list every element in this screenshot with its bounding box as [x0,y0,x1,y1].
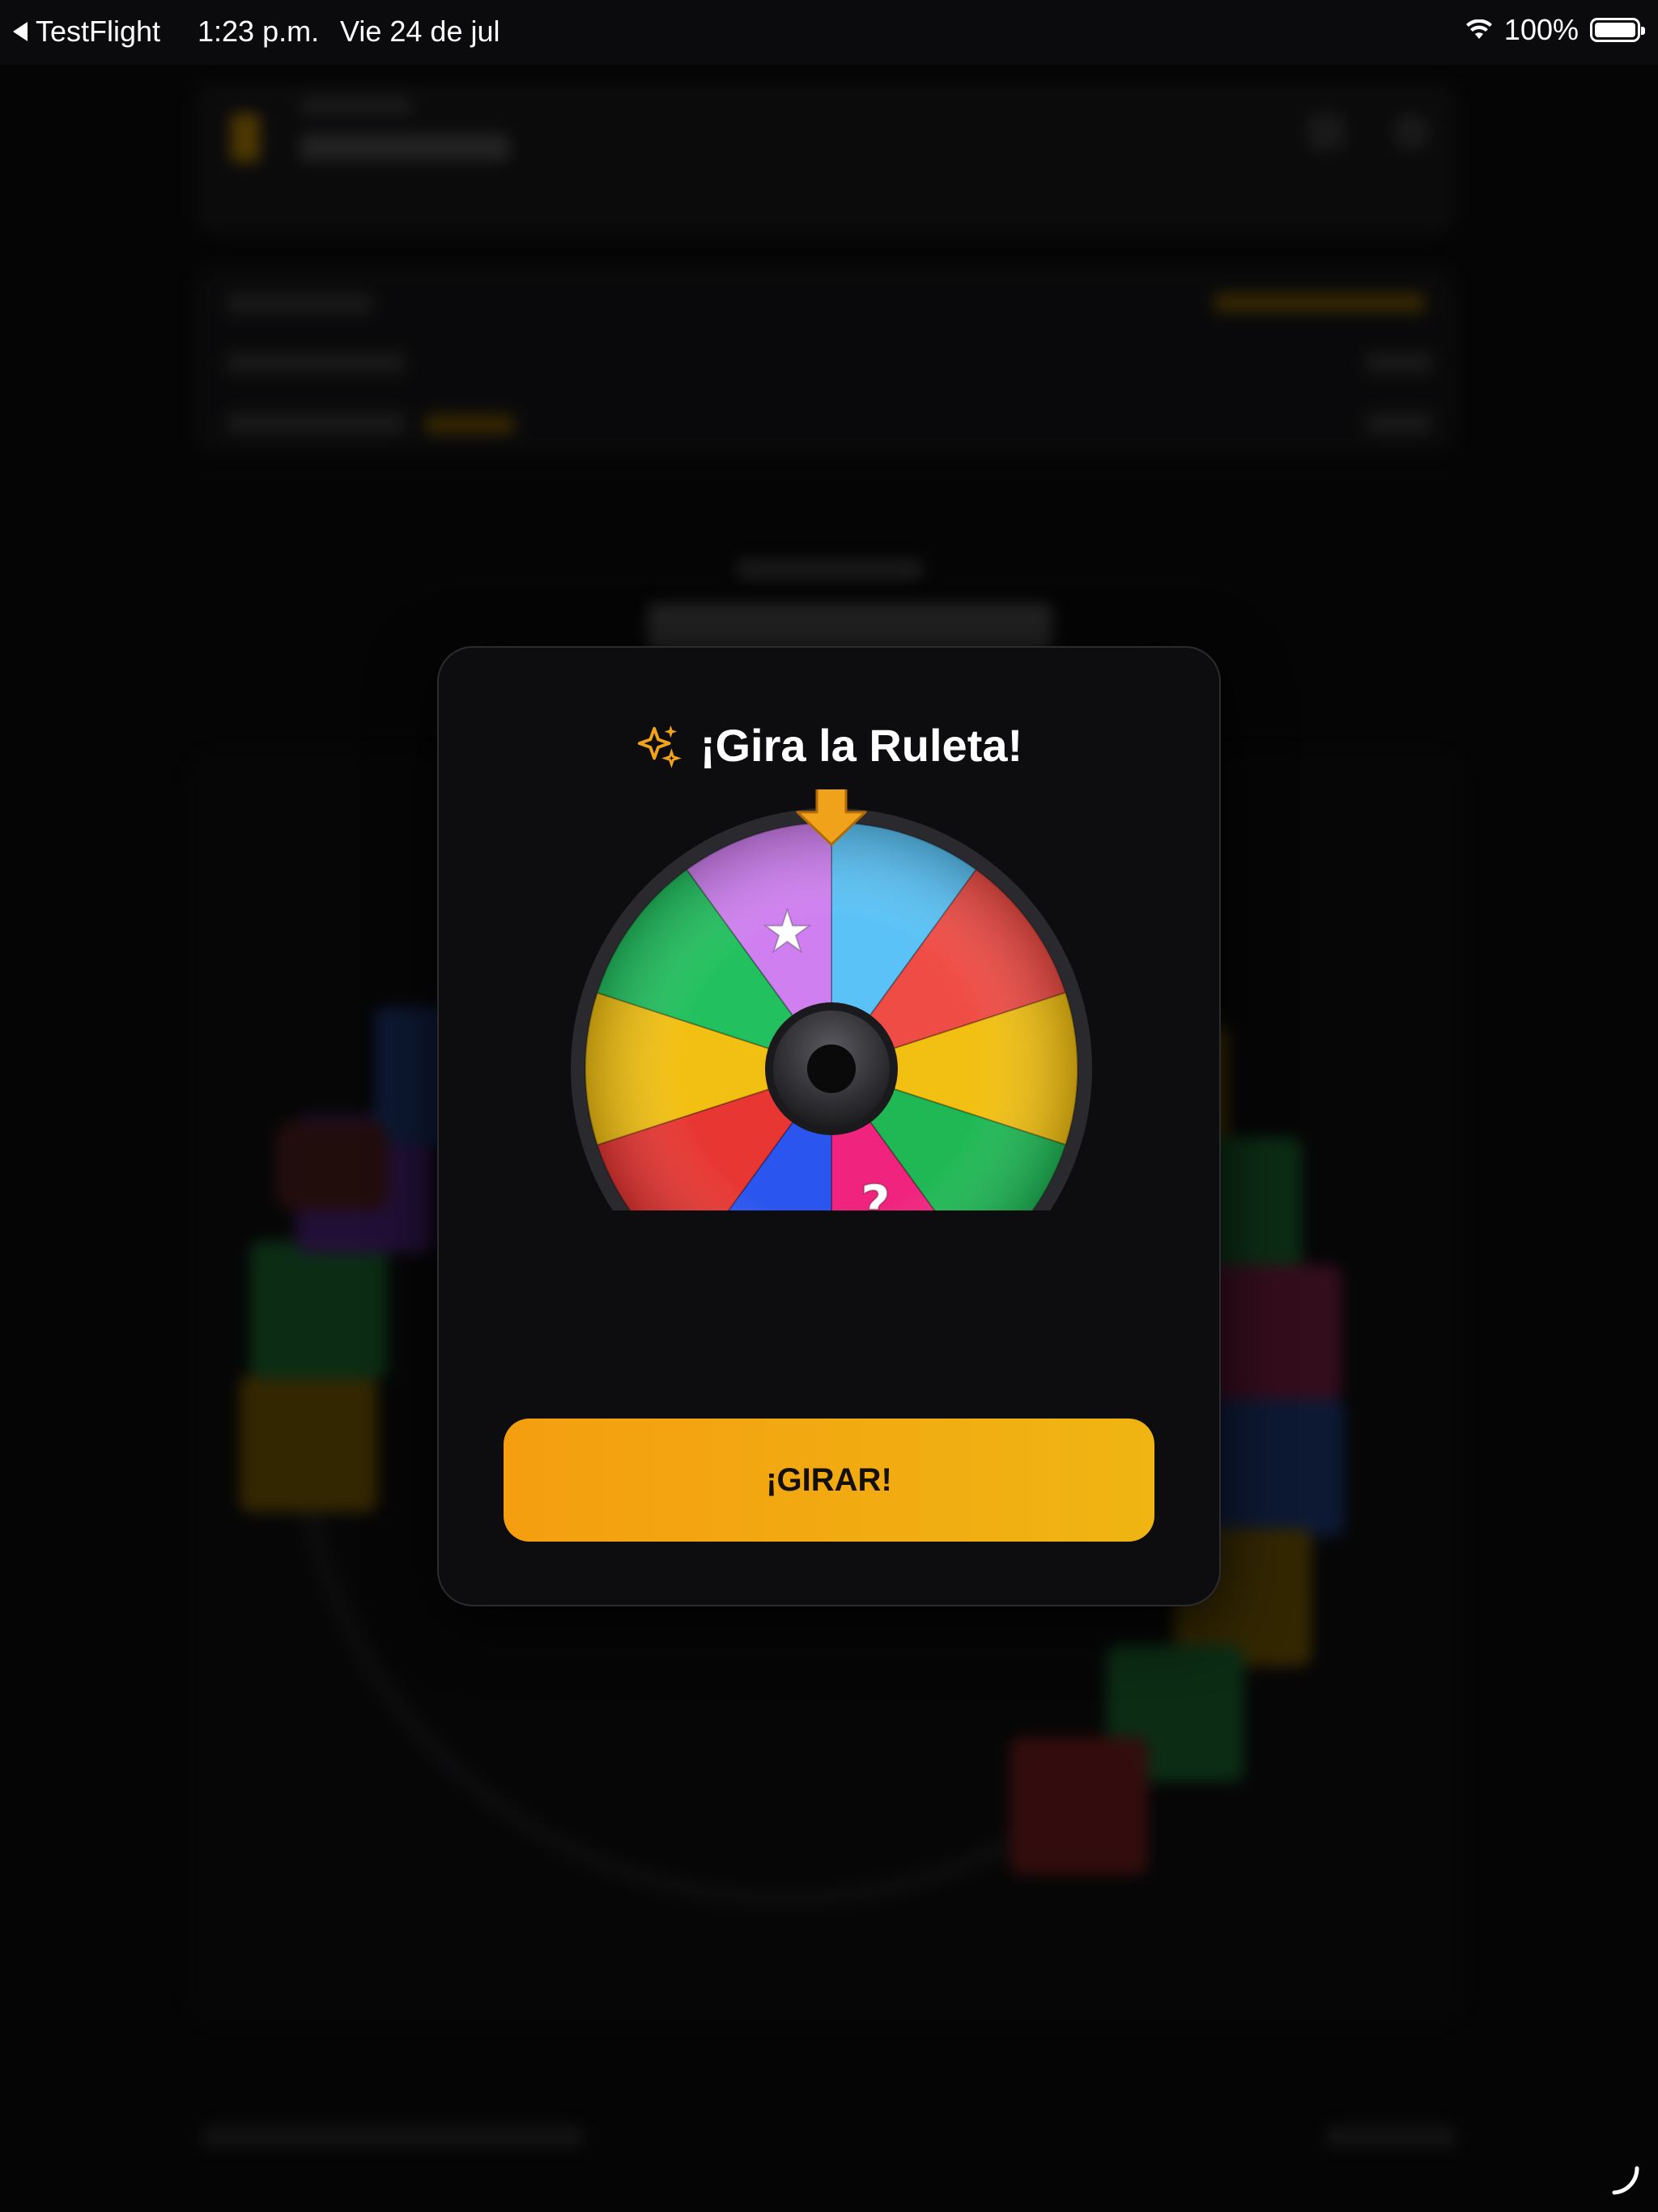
roulette-wheel[interactable]: ? ★ [564,789,1099,1210]
bg-placeholder [202,2125,583,2148]
bg-player-token [275,1121,389,1210]
sparkles-icon [637,725,682,768]
status-bar: TestFlight 1:23 p.m. Vie 24 de jul 100% [0,0,1658,65]
status-date: Vie 24 de jul [340,15,500,48]
battery-percent: 100% [1503,13,1579,46]
wheel-hub-center [807,1044,856,1093]
loading-spinner-icon [1612,2166,1639,2195]
question-mark-symbol: ? [861,1176,891,1210]
status-indicators: 100% [1465,13,1645,47]
back-to-app-link[interactable]: TestFlight [13,15,160,49]
roulette-modal: ¡Gira la Ruleta! ? ★ ¡GIRAR! [437,646,1221,1606]
back-arrow-icon [13,22,28,41]
battery-icon [1590,18,1645,42]
modal-title-text: ¡Gira la Ruleta! [699,720,1023,771]
bg-board-tile [1204,1265,1342,1403]
bg-board-tile [240,1374,378,1512]
bg-placeholder [1326,2125,1456,2148]
back-app-label: TestFlight [36,15,161,48]
battery-fill [1595,23,1635,37]
spin-button[interactable]: ¡GIRAR! [504,1419,1154,1542]
bg-board-tile [1010,1737,1148,1875]
screen: TestFlight 1:23 p.m. Vie 24 de jul 100% [0,0,1658,2212]
wifi-icon [1465,19,1492,39]
status-time: 1:23 p.m. [198,15,320,48]
bg-board-tile [1207,1398,1346,1537]
modal-title: ¡Gira la Ruleta! [439,719,1219,772]
bg-board-tile [249,1240,388,1379]
star-icon: ★ [762,898,813,964]
roulette-wheel-graphic: ?★ [571,789,1092,1210]
